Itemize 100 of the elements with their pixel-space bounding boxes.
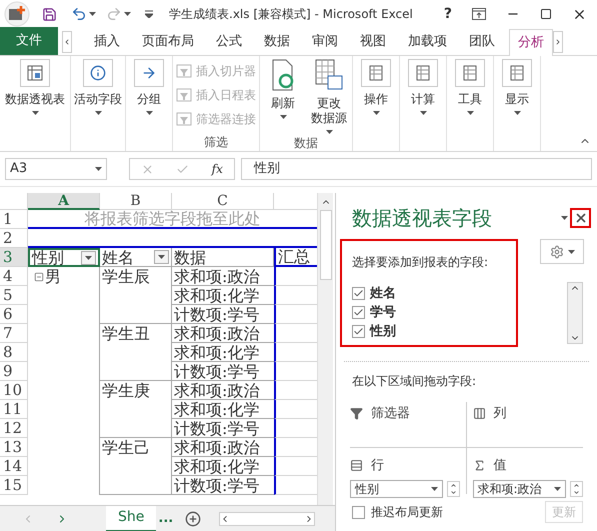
ribbon-tab[interactable]: 团队 (461, 29, 503, 55)
row-number: 3 (0, 248, 28, 267)
caret-icon (146, 111, 152, 115)
row-number: 13 (0, 438, 28, 457)
move-spinner-icon[interactable] (570, 480, 583, 496)
row-number: 8 (0, 343, 28, 362)
ribbon-tab[interactable]: 审阅 (304, 29, 346, 55)
drop-area[interactable]: 行 性别 (350, 448, 466, 494)
table-cell: 求和项:政治 (172, 267, 274, 286)
drop-area[interactable]: 列 (466, 402, 583, 448)
tabs-scroll-left-icon[interactable] (62, 31, 72, 53)
field-checkbox[interactable]: 性别 (352, 323, 516, 340)
pivot-header-cell[interactable]: 姓名 (100, 248, 172, 267)
defer-checkbox[interactable]: 推迟布局更新 (352, 503, 443, 521)
customize-toolbar-icon[interactable] (145, 10, 153, 18)
caret-icon (554, 486, 561, 490)
chevron-left-icon (63, 38, 71, 46)
caret-icon (158, 255, 165, 259)
ribbon-tab[interactable]: 加载项 (400, 29, 455, 55)
columns-icon (472, 407, 486, 420)
row-number: 7 (0, 324, 28, 343)
filter-drop-hint: 将报表筛选字段拖至此处 (84, 209, 260, 228)
table-cell (100, 476, 172, 495)
ribbon-display-icon[interactable] (472, 8, 486, 20)
caret-icon (95, 167, 102, 171)
ribbon-button[interactable]: 操作 (356, 59, 396, 151)
tabs-scroll-right-icon[interactable] (553, 31, 563, 53)
row-number: 4 (0, 267, 28, 286)
row-number: 12 (0, 419, 28, 438)
insert-function-button[interactable]: fx (212, 160, 223, 178)
file-tab[interactable]: 文件 (0, 27, 58, 55)
field-checkbox[interactable]: 学号 (352, 304, 516, 321)
table-cell: 求和项:政治 (172, 381, 274, 400)
filter-dropdown-icon[interactable] (154, 250, 169, 264)
column-header[interactable]: B (100, 193, 172, 210)
name-box[interactable]: A3 (5, 158, 107, 180)
gear-icon (550, 244, 564, 258)
maximize-icon[interactable] (540, 8, 552, 20)
ribbon-button[interactable]: 计算 (403, 59, 443, 151)
ribbon-button[interactable]: 显示 (497, 59, 537, 151)
drop-area[interactable]: 筛选器 (350, 402, 466, 448)
caret-icon (85, 256, 92, 260)
pivot-header-cell[interactable]: 性别 (28, 248, 100, 267)
field-list-scrollbar[interactable] (567, 282, 583, 344)
close-button[interactable] (570, 208, 591, 228)
more-tabs[interactable]: ... (158, 508, 174, 528)
ribbon-tab[interactable]: 公式 (208, 29, 250, 55)
ribbon-tab[interactable]: 插入 (86, 29, 128, 55)
table-cell: 计数项:学号 (172, 419, 274, 438)
info-icon (83, 59, 113, 87)
horizontal-scrollbar[interactable] (219, 512, 316, 526)
table-cell: 学生辰 (100, 267, 172, 286)
caret-icon (280, 115, 286, 119)
ribbon-button[interactable]: 工具 (450, 59, 490, 151)
table-cell: 计数项:学号 (172, 476, 274, 495)
undo-icon[interactable] (71, 6, 87, 22)
field-list-prompt: 选择要添加到报表的字段: (352, 255, 488, 269)
sheet-tab[interactable]: She (106, 506, 156, 531)
areas-prompt: 在以下区域间拖动字段: (351, 373, 478, 390)
scroll-thumb[interactable] (320, 210, 332, 280)
column-header[interactable]: A (28, 193, 100, 210)
ribbon-button[interactable]: 更改 数据源 (309, 59, 349, 134)
field-checkbox[interactable]: 姓名 (352, 285, 516, 302)
caret-icon (326, 130, 332, 134)
ribbon-button[interactable]: 活动字段 (74, 59, 122, 151)
formula-input[interactable]: 性别 (241, 158, 592, 180)
ribbon-button[interactable]: 分组 (129, 59, 169, 151)
vertical-scrollbar[interactable] (317, 193, 333, 505)
ribbon-button[interactable]: 刷新 (263, 59, 303, 134)
app-icon[interactable] (4, 1, 32, 27)
table-cell: 求和项:政治 (172, 324, 274, 343)
column-header[interactable]: C (172, 193, 274, 210)
ribbon-tab[interactable]: 页面布局 (134, 29, 202, 55)
close-icon (574, 211, 588, 225)
settings-button[interactable] (540, 239, 584, 264)
row-number: 15 (0, 476, 28, 495)
table-icon (361, 59, 391, 87)
collapse-icon[interactable] (34, 272, 44, 282)
ribbon-tab[interactable]: 视图 (352, 29, 394, 55)
table-cell: 求和项:化学 (172, 343, 274, 362)
check-icon (353, 326, 364, 337)
add-sheet-icon[interactable] (185, 510, 202, 526)
ribbon-tab[interactable]: 数据 (256, 29, 298, 55)
filter-dropdown-icon[interactable] (81, 250, 96, 264)
group-label: 筛选 (203, 134, 229, 151)
pivot-header-cell[interactable]: 数据 (172, 248, 274, 267)
table-cell: 学生己 (100, 438, 172, 457)
ribbon-button[interactable]: 数据透视表 (3, 59, 67, 151)
group-cell[interactable]: 男 (34, 264, 61, 288)
save-icon[interactable] (42, 6, 57, 22)
ribbon-tab[interactable]: 分析 (509, 29, 553, 56)
area-field-dropdown[interactable]: 求和项:政治 (472, 480, 566, 498)
row-number: 6 (0, 305, 28, 324)
move-spinner-icon[interactable] (446, 480, 460, 496)
area-field-dropdown[interactable]: 性别 (350, 480, 442, 498)
help-button[interactable]: ? (444, 4, 452, 24)
caret-icon (430, 486, 438, 490)
caret-icon (94, 111, 102, 115)
slicer-icon (176, 112, 192, 126)
row-number: 9 (0, 362, 28, 381)
